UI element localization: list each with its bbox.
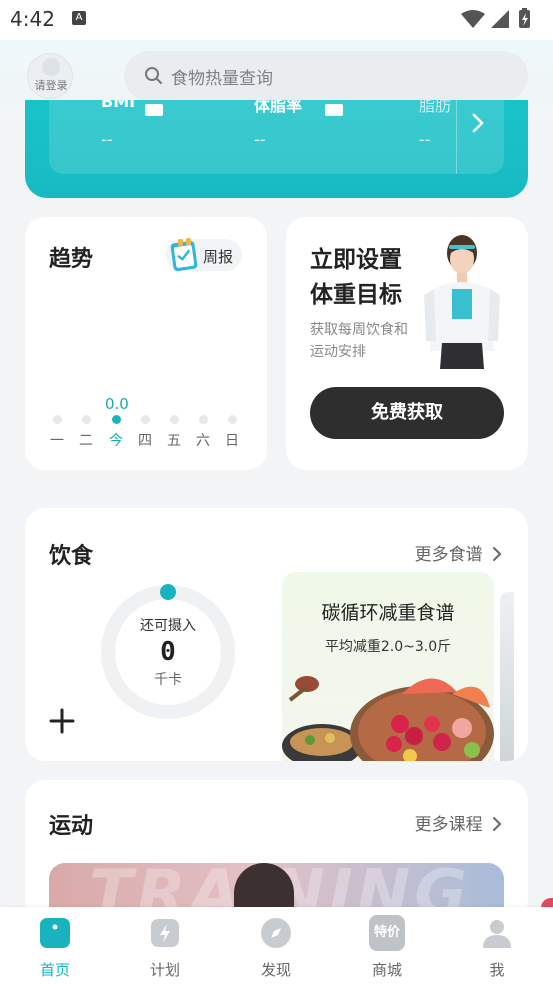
login-avatar[interactable]: 请登录: [27, 53, 73, 99]
day-item: 五: [162, 415, 186, 450]
clipboard-icon: [170, 238, 198, 272]
metric-info-box: [325, 104, 343, 116]
recipe-subtitle: 平均减重2.0~3.0斤: [324, 639, 452, 655]
bottom-tab-bar: 首页 计划 发现 特价 商城 我: [0, 907, 553, 984]
metric-info-box: [145, 104, 163, 116]
chevron-right-icon: [493, 817, 502, 831]
calorie-ring-text: 还可摄入 0 千卡: [115, 615, 221, 689]
more-courses-link[interactable]: 更多课程: [415, 810, 502, 835]
search-input[interactable]: 食物热量查询: [124, 51, 528, 101]
ring-label: 还可摄入: [140, 618, 196, 634]
metric-label-fat: 脂肪: [419, 100, 452, 115]
day-label: 四: [138, 433, 152, 449]
metric-value-fat: --: [419, 130, 431, 149]
notification-icon: A: [72, 11, 86, 25]
day-label: 六: [196, 433, 210, 449]
day-item: 一: [45, 415, 69, 450]
day-label: 二: [79, 433, 93, 449]
metrics-banner[interactable]: BMI -- 体脂率 -- 脂肪 --: [25, 100, 528, 198]
add-food-icon[interactable]: [49, 708, 75, 734]
plan-icon: [151, 919, 179, 947]
day-dot: [198, 415, 208, 424]
sport-title: 运动: [49, 814, 94, 839]
status-time: 4:42: [10, 7, 55, 31]
search-placeholder: 食物热量查询: [171, 69, 273, 89]
goal-title: 立即设置 体重目标: [310, 243, 402, 313]
day-label: 五: [167, 433, 181, 449]
recipe-card[interactable]: 碳循环减重食谱 平均减重2.0~3.0斤: [282, 572, 494, 761]
chevron-right-icon[interactable]: [471, 112, 485, 134]
tab-label: 我: [489, 961, 505, 979]
tab-label: 计划: [149, 961, 180, 979]
day-dot: [52, 415, 62, 424]
trend-card[interactable]: 趋势 周报 0.0 一 二 今 四 五 六 日: [25, 217, 267, 470]
day-dot: [140, 415, 150, 424]
metric-label-bodyfat: 体脂率: [254, 100, 303, 115]
trend-title: 趋势: [49, 247, 94, 272]
tab-label: 发现: [260, 961, 291, 979]
food-illustration: [282, 676, 494, 761]
more-courses-label: 更多课程: [414, 815, 483, 835]
tab-home[interactable]: 首页: [15, 917, 95, 980]
day-item: 二: [74, 415, 98, 450]
goal-subtitle: 获取每周饮食和 运动安排: [310, 319, 428, 363]
goal-sub-line1: 获取每周饮食和: [310, 322, 408, 338]
more-recipes-label: 更多食谱: [414, 545, 483, 565]
login-label: 请登录: [34, 79, 68, 92]
goal-title-line2: 体重目标: [310, 282, 402, 308]
day-dot-active: [111, 415, 121, 424]
metrics-panel: BMI -- 体脂率 -- 脂肪 --: [49, 100, 504, 174]
day-item: 日: [220, 415, 244, 450]
metric-label-bmi: BMI: [101, 100, 136, 111]
weight-goal-card[interactable]: 立即设置 体重目标 获取每周饮食和 运动安排 免费获取: [286, 217, 528, 470]
goal-title-line1: 立即设置: [310, 247, 402, 273]
day-dot: [169, 415, 179, 424]
metrics-divider: [456, 100, 457, 174]
tab-shop[interactable]: 特价 商城: [347, 915, 427, 980]
day-item: 四: [133, 415, 157, 450]
coach-figure-illustration: [424, 235, 500, 369]
search-icon: [145, 67, 162, 84]
day-dot: [81, 415, 91, 424]
free-get-button[interactable]: 免费获取: [310, 387, 504, 439]
more-recipes-link[interactable]: 更多食谱: [415, 540, 502, 565]
tab-me[interactable]: 我: [457, 917, 537, 980]
day-label: 一: [50, 433, 64, 449]
sport-card: 运动 更多课程 TRAINING: [25, 780, 528, 920]
home-icon: [40, 918, 70, 948]
tab-plan[interactable]: 计划: [125, 917, 205, 980]
diet-card: 饮食 更多食谱 还可摄入 0 千卡 碳循环减重食谱 平均减重2.0~3.0斤: [25, 508, 528, 761]
diet-title: 饮食: [49, 544, 94, 569]
day-label: 今: [109, 433, 123, 449]
chevron-right-icon: [493, 547, 502, 561]
avatar-head: [42, 58, 60, 76]
compass-icon: [261, 918, 291, 948]
recipe-card-next[interactable]: [500, 592, 514, 761]
status-bar: 4:42 A: [0, 0, 553, 40]
calorie-ring-marker: [160, 584, 176, 600]
day-item: 六: [191, 415, 215, 450]
metric-value-bodyfat: --: [254, 130, 266, 149]
today-weight-value: 0.0: [105, 395, 129, 413]
tab-discover[interactable]: 发现: [236, 917, 316, 980]
shop-icon: 特价: [369, 915, 405, 951]
metric-value-bmi: --: [101, 130, 113, 149]
signal-battery-icon: [461, 8, 530, 28]
day-item-today: 今: [104, 415, 128, 450]
recipe-title: 碳循环减重食谱: [321, 602, 455, 624]
weekly-report-label: 周报: [203, 248, 234, 266]
ring-value: 0: [160, 637, 176, 667]
tab-label: 商城: [371, 961, 402, 979]
day-label: 日: [225, 433, 239, 449]
goal-sub-line2: 运动安排: [310, 344, 366, 360]
profile-icon: [483, 920, 511, 948]
day-dot: [227, 415, 237, 424]
ring-unit: 千卡: [154, 672, 182, 688]
week-day-strip: 一 二 今 四 五 六 日: [45, 415, 249, 455]
weekly-report-button[interactable]: 周报: [166, 238, 242, 272]
tab-label: 首页: [39, 961, 70, 979]
